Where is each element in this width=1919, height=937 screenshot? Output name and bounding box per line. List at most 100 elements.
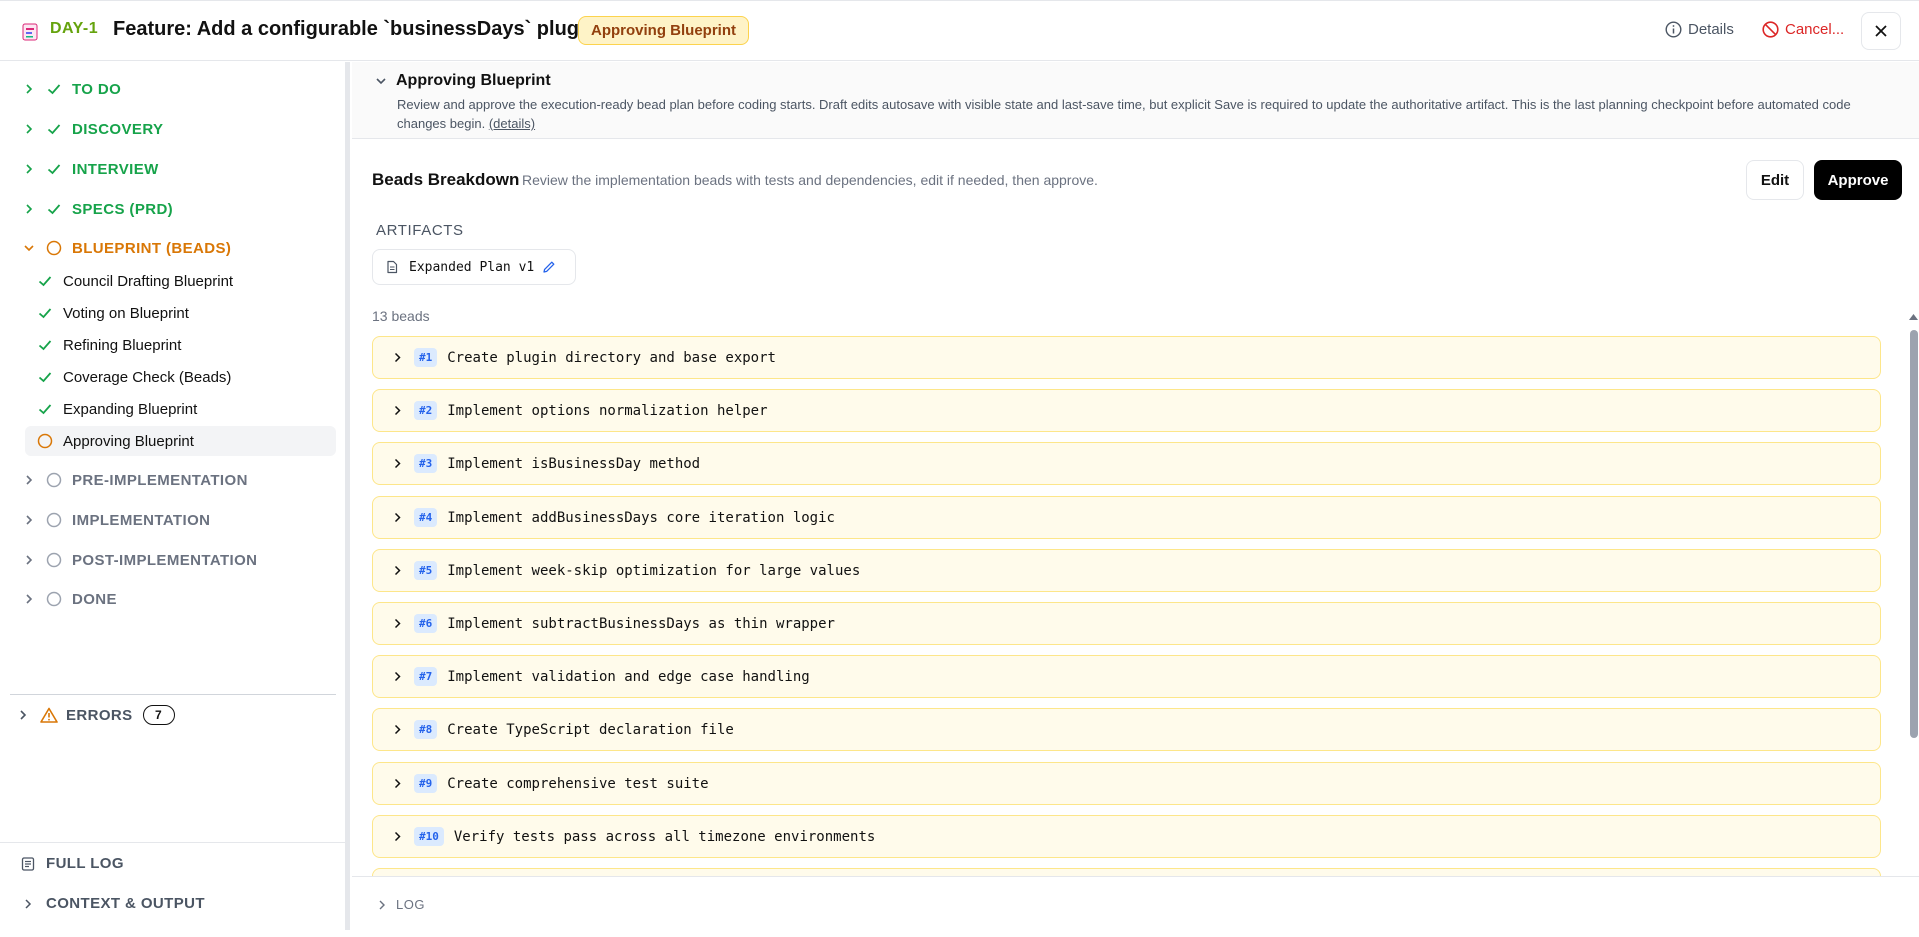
substep-label: Coverage Check (Beads) bbox=[63, 368, 232, 386]
log-label: LOG bbox=[396, 897, 425, 912]
full-log-label: FULL LOG bbox=[46, 855, 124, 872]
details-link[interactable]: (details) bbox=[489, 116, 535, 131]
document-icon bbox=[387, 260, 398, 274]
substep-expanding[interactable]: Expanding Blueprint bbox=[25, 394, 336, 424]
phase-pre-implementation[interactable]: PRE-IMPLEMENTATION bbox=[22, 469, 248, 491]
bead-title: Create plugin directory and base export bbox=[447, 349, 776, 366]
substep-voting[interactable]: Voting on Blueprint bbox=[25, 298, 336, 328]
circle-icon bbox=[46, 552, 62, 568]
blueprint-collapse-toggle[interactable]: Approving Blueprint bbox=[374, 72, 551, 90]
bead-title: Implement options normalization helper bbox=[447, 402, 768, 419]
ticket-id: DAY-1 bbox=[50, 20, 99, 37]
substep-label: Expanding Blueprint bbox=[63, 400, 198, 418]
bead-row[interactable]: #10 Verify tests pass across all timezon… bbox=[372, 815, 1881, 858]
phase-label: TO DO bbox=[72, 80, 122, 98]
bead-title: Implement week-skip optimization for lar… bbox=[447, 562, 861, 579]
phase-label: IMPLEMENTATION bbox=[72, 511, 211, 529]
phase-interview[interactable]: INTERVIEW bbox=[22, 158, 159, 180]
cancel-button[interactable]: Cancel... bbox=[1762, 21, 1844, 38]
chevron-right-icon bbox=[394, 778, 401, 789]
approve-button[interactable]: Approve bbox=[1814, 160, 1902, 200]
scroll-thumb[interactable] bbox=[1910, 330, 1918, 738]
bead-number: #1 bbox=[414, 348, 438, 367]
details-button[interactable]: Details bbox=[1665, 21, 1734, 38]
phase-label: BLUEPRINT (BEADS) bbox=[72, 239, 232, 257]
chevron-right-icon bbox=[394, 405, 401, 416]
circle-icon bbox=[37, 433, 53, 449]
phase-label: DISCOVERY bbox=[72, 120, 164, 138]
artifact-expanded-plan[interactable]: Expanded Plan v1 bbox=[372, 249, 576, 285]
context-output-item[interactable]: CONTEXT & OUTPUT bbox=[20, 895, 205, 912]
bead-number: #4 bbox=[414, 508, 438, 527]
chevron-right-icon bbox=[394, 724, 401, 735]
scroll-up-arrow-icon[interactable] bbox=[1908, 312, 1919, 322]
close-button[interactable] bbox=[1861, 12, 1901, 50]
phase-post-implementation[interactable]: POST-IMPLEMENTATION bbox=[22, 549, 257, 571]
chevron-right-icon bbox=[394, 618, 401, 629]
chevron-right-icon bbox=[26, 84, 33, 94]
pencil-icon[interactable] bbox=[542, 260, 556, 274]
sidebar-resize-handle[interactable] bbox=[346, 62, 350, 930]
errors-count-badge: 7 bbox=[142, 705, 175, 725]
errors-label: ERRORS bbox=[66, 706, 133, 724]
bead-number: #5 bbox=[414, 561, 438, 580]
substep-label: Approving Blueprint bbox=[63, 432, 194, 450]
bead-row[interactable]: #1 Create plugin directory and base expo… bbox=[372, 336, 1881, 379]
bead-title: Implement isBusinessDay method bbox=[447, 455, 701, 472]
bead-row[interactable]: #8 Create TypeScript declaration file bbox=[372, 708, 1881, 751]
bead-list: #1 Create plugin directory and base expo… bbox=[372, 336, 1901, 932]
circle-icon bbox=[46, 472, 62, 488]
bead-number: #3 bbox=[414, 454, 438, 473]
substep-coverage-check[interactable]: Coverage Check (Beads) bbox=[25, 362, 336, 392]
chevron-right-icon bbox=[20, 710, 27, 720]
chevron-right-icon bbox=[26, 555, 33, 565]
substep-council-drafting[interactable]: Council Drafting Blueprint bbox=[25, 266, 336, 296]
chevron-right-icon bbox=[26, 515, 33, 525]
phase-blueprint[interactable]: BLUEPRINT (BEADS) bbox=[22, 237, 231, 259]
blueprint-description: Review and approve the execution-ready b… bbox=[397, 95, 1897, 133]
details-label: Details bbox=[1688, 21, 1734, 38]
check-icon bbox=[47, 124, 61, 135]
edit-button[interactable]: Edit bbox=[1746, 160, 1804, 200]
bead-number: #2 bbox=[414, 401, 438, 420]
log-panel: LOG bbox=[352, 876, 1919, 930]
bead-row[interactable]: #7 Implement validation and edge case ha… bbox=[372, 655, 1881, 698]
log-toggle[interactable]: LOG bbox=[376, 897, 425, 912]
phase-implementation[interactable]: IMPLEMENTATION bbox=[22, 509, 210, 531]
status-badge: Approving Blueprint bbox=[578, 16, 749, 45]
x-icon bbox=[1875, 25, 1887, 37]
bead-row[interactable]: #6 Implement subtractBusinessDays as thi… bbox=[372, 602, 1881, 645]
header-bar: DAY-1 Feature: Add a configurable `busin… bbox=[0, 0, 1919, 61]
bead-row[interactable]: #3 Implement isBusinessDay method bbox=[372, 442, 1881, 485]
sidebar: TO DO DISCOVERY INTERVIEW SPECS (PRD) BL… bbox=[0, 62, 346, 930]
phase-specs[interactable]: SPECS (PRD) bbox=[22, 198, 173, 220]
check-icon bbox=[47, 164, 61, 175]
full-log-item[interactable]: FULL LOG bbox=[20, 855, 124, 872]
substep-approving[interactable]: Approving Blueprint bbox=[25, 426, 336, 456]
bead-row[interactable]: #9 Create comprehensive test suite bbox=[372, 762, 1881, 805]
bead-list-scrollbar[interactable] bbox=[1908, 312, 1919, 937]
chevron-right-icon bbox=[394, 565, 401, 576]
chevron-right-icon bbox=[394, 512, 401, 523]
sidebar-separator bbox=[10, 694, 336, 695]
context-output-label: CONTEXT & OUTPUT bbox=[46, 895, 205, 912]
errors-toggle[interactable]: ERRORS 7 bbox=[16, 705, 175, 725]
substep-refining[interactable]: Refining Blueprint bbox=[25, 330, 336, 360]
chevron-right-icon bbox=[394, 671, 401, 682]
bead-row[interactable]: #2 Implement options normalization helpe… bbox=[372, 389, 1881, 432]
bead-row[interactable]: #4 Implement addBusinessDays core iterat… bbox=[372, 496, 1881, 539]
circle-icon bbox=[46, 240, 62, 256]
phase-todo[interactable]: TO DO bbox=[22, 78, 121, 100]
bead-row[interactable]: #5 Implement week-skip optimization for … bbox=[372, 549, 1881, 592]
artifacts-heading: ARTIFACTS bbox=[376, 222, 464, 239]
chevron-right-icon bbox=[379, 900, 385, 909]
blueprint-title: Approving Blueprint bbox=[396, 72, 551, 89]
cancel-label: Cancel... bbox=[1785, 21, 1845, 38]
phase-discovery[interactable]: DISCOVERY bbox=[22, 118, 163, 140]
bead-number: #10 bbox=[414, 827, 444, 846]
phase-label: POST-IMPLEMENTATION bbox=[72, 551, 258, 569]
chevron-down-icon bbox=[376, 78, 386, 85]
chevron-right-icon bbox=[26, 475, 33, 485]
chevron-right-icon bbox=[394, 352, 401, 363]
phase-done[interactable]: DONE bbox=[22, 588, 117, 610]
